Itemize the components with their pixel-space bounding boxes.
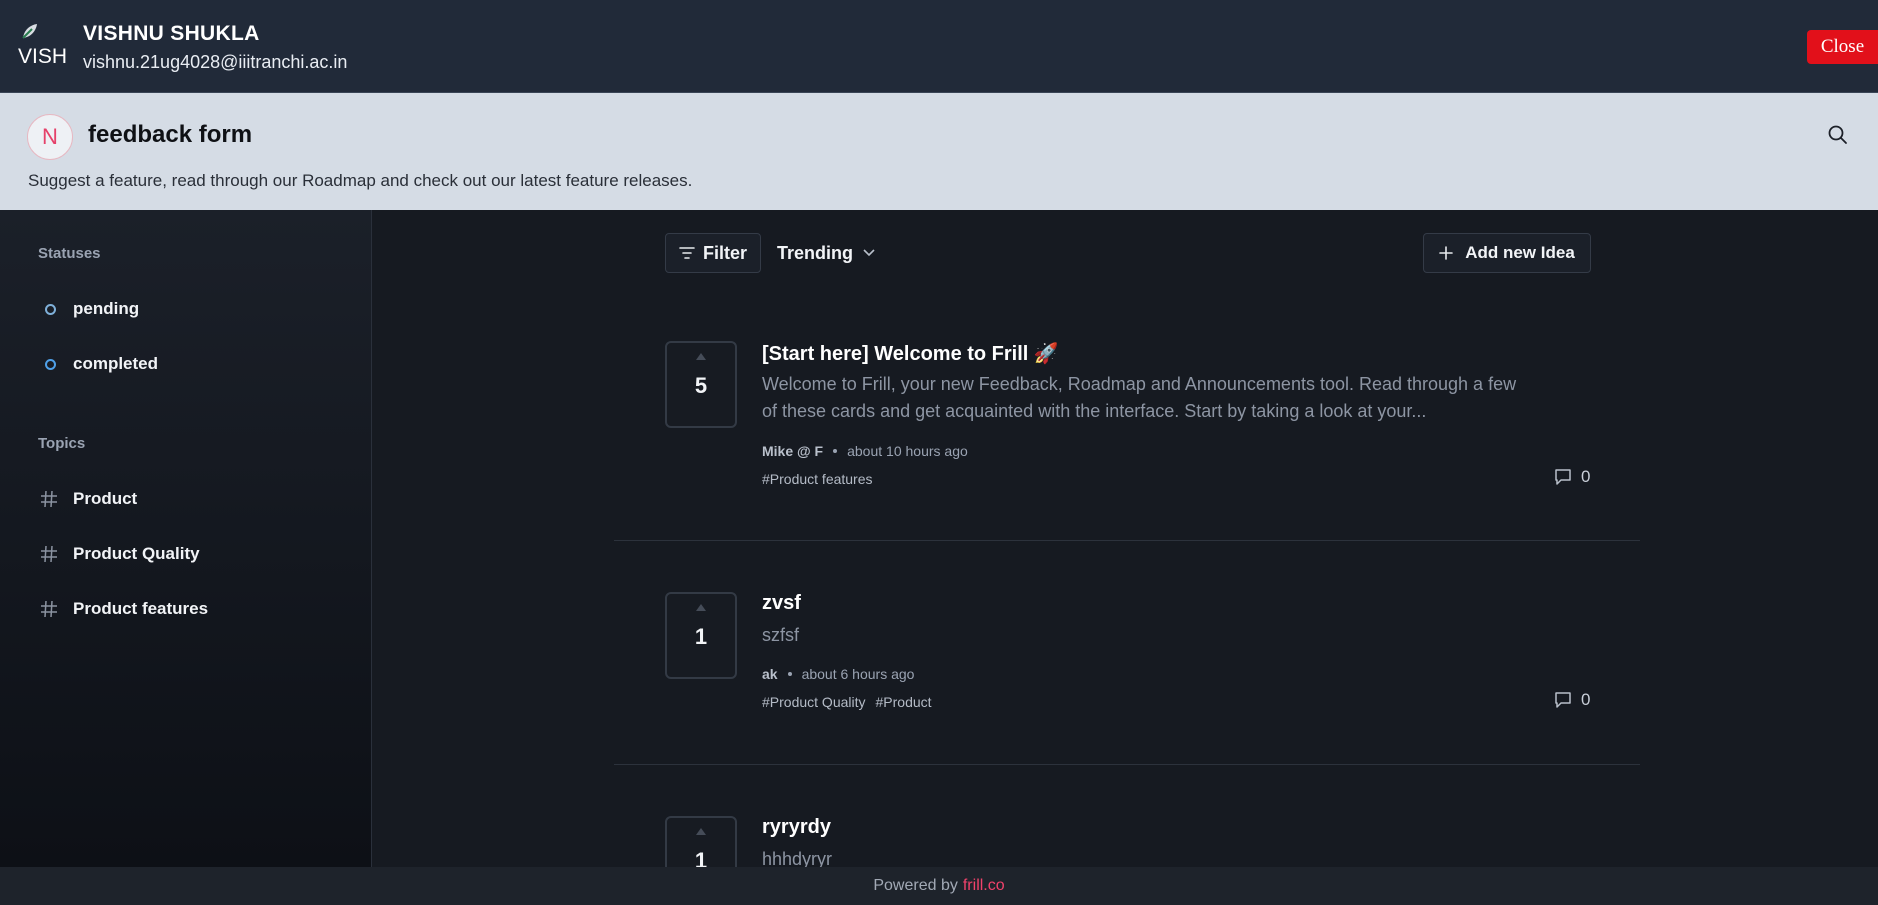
idea-tag[interactable]: #Product features xyxy=(762,471,873,487)
upvote-button[interactable]: 5 xyxy=(665,341,737,428)
board-logo: N xyxy=(27,114,73,160)
sidebar-item-label: Product Quality xyxy=(73,544,200,563)
idea-tag[interactable]: #Product Quality xyxy=(762,694,866,710)
idea-description: Welcome to Frill, your new Feedback, Roa… xyxy=(762,374,1517,421)
meta-separator xyxy=(787,672,792,676)
idea-card: 1 zvsf szfsf ak about 6 hours ago #Produ… xyxy=(614,541,1640,765)
idea-card: 1 ryryrdy hhhdyryr xyxy=(614,765,1640,867)
hash-icon xyxy=(41,490,57,508)
user-bar: VISHNU SHUKLA VISHNU SHUKLA vishnu.21ug4… xyxy=(0,0,1878,93)
idea-time: about 10 hours ago xyxy=(847,443,968,459)
powered-by-footer: Powered by frill.co xyxy=(0,867,1878,905)
filter-label: Filter xyxy=(702,242,747,263)
plus-icon xyxy=(1439,246,1454,260)
hash-icon xyxy=(41,600,57,618)
user-avatar: VISHNU SHUKLA xyxy=(18,22,66,66)
add-idea-label: Add new Idea xyxy=(1465,243,1575,262)
sort-dropdown[interactable]: Trending xyxy=(777,233,875,273)
board-header: N feedback form Suggest a feature, read … xyxy=(0,93,1878,210)
upvote-button[interactable]: 1 xyxy=(665,592,737,679)
upvote-arrow-icon xyxy=(696,604,706,611)
sidebar: Statuses pending completed Topics Produc… xyxy=(0,210,372,867)
upvote-button[interactable]: 1 xyxy=(665,816,737,867)
idea-time: about 6 hours ago xyxy=(801,666,915,682)
frill-link[interactable]: frill.co xyxy=(963,877,1005,895)
filter-icon xyxy=(679,247,695,259)
idea-title[interactable]: zvsf xyxy=(762,592,801,615)
user-email: vishnu.21ug4028@iiitranchi.ac.in xyxy=(83,52,348,72)
status-circle-icon xyxy=(45,358,56,370)
meta-separator xyxy=(833,449,838,453)
idea-title[interactable]: ryryrdy xyxy=(762,816,831,839)
vote-count: 1 xyxy=(694,624,708,649)
idea-meta: ak about 6 hours ago xyxy=(762,666,914,682)
sidebar-item-label: completed xyxy=(73,354,159,373)
idea-meta: Mike @ F about 10 hours ago xyxy=(762,443,968,459)
ideas-feed: Filter Trending Add new Idea 5 [Start he… xyxy=(372,210,1878,867)
board-subtitle: Suggest a feature, read through our Road… xyxy=(28,171,693,190)
comments-count[interactable]: 0 xyxy=(1553,467,1590,487)
topics-heading: Topics xyxy=(38,435,86,452)
sidebar-item-label: Product xyxy=(73,489,138,508)
upvote-arrow-icon xyxy=(696,353,706,360)
idea-tags: #Product features xyxy=(762,471,883,487)
comments-value: 0 xyxy=(1581,467,1591,486)
sidebar-item-label: pending xyxy=(73,299,140,318)
idea-author: Mike @ F xyxy=(762,443,824,459)
chevron-down-icon xyxy=(863,249,875,257)
idea-tags: #Product Quality #Product xyxy=(762,694,942,710)
leaf-icon xyxy=(22,24,37,39)
user-name: VISHNU SHUKLA xyxy=(83,22,260,45)
powered-by-text: Powered by xyxy=(873,877,958,894)
comment-icon xyxy=(1555,469,1571,485)
sidebar-item-label: Product features xyxy=(73,599,209,618)
search-icon[interactable] xyxy=(1826,123,1850,147)
add-new-idea-button[interactable]: Add new Idea xyxy=(1423,233,1591,273)
filter-button[interactable]: Filter xyxy=(665,233,761,273)
hash-icon xyxy=(41,545,57,563)
idea-tag[interactable]: #Product xyxy=(876,694,932,710)
idea-card: 5 [Start here] Welcome to Frill 🚀 Welcom… xyxy=(614,310,1640,541)
close-button[interactable]: Close xyxy=(1807,30,1878,64)
comments-value: 0 xyxy=(1581,690,1591,709)
comment-icon xyxy=(1555,692,1571,708)
idea-description: hhhdyryr xyxy=(762,849,833,867)
statuses-heading: Statuses xyxy=(38,245,101,262)
board-title: feedback form xyxy=(88,121,253,148)
vote-count: 1 xyxy=(694,848,708,867)
sort-label: Trending xyxy=(777,242,853,263)
avatar-alt-text: VISHNU SHUKLA xyxy=(18,45,66,66)
vote-count: 5 xyxy=(694,373,708,398)
upvote-arrow-icon xyxy=(696,828,706,835)
comments-count[interactable]: 0 xyxy=(1553,690,1590,710)
idea-title[interactable]: [Start here] Welcome to Frill 🚀 xyxy=(762,341,1059,366)
idea-author: ak xyxy=(762,666,778,682)
status-circle-icon xyxy=(45,303,56,315)
idea-description: szfsf xyxy=(762,625,800,645)
